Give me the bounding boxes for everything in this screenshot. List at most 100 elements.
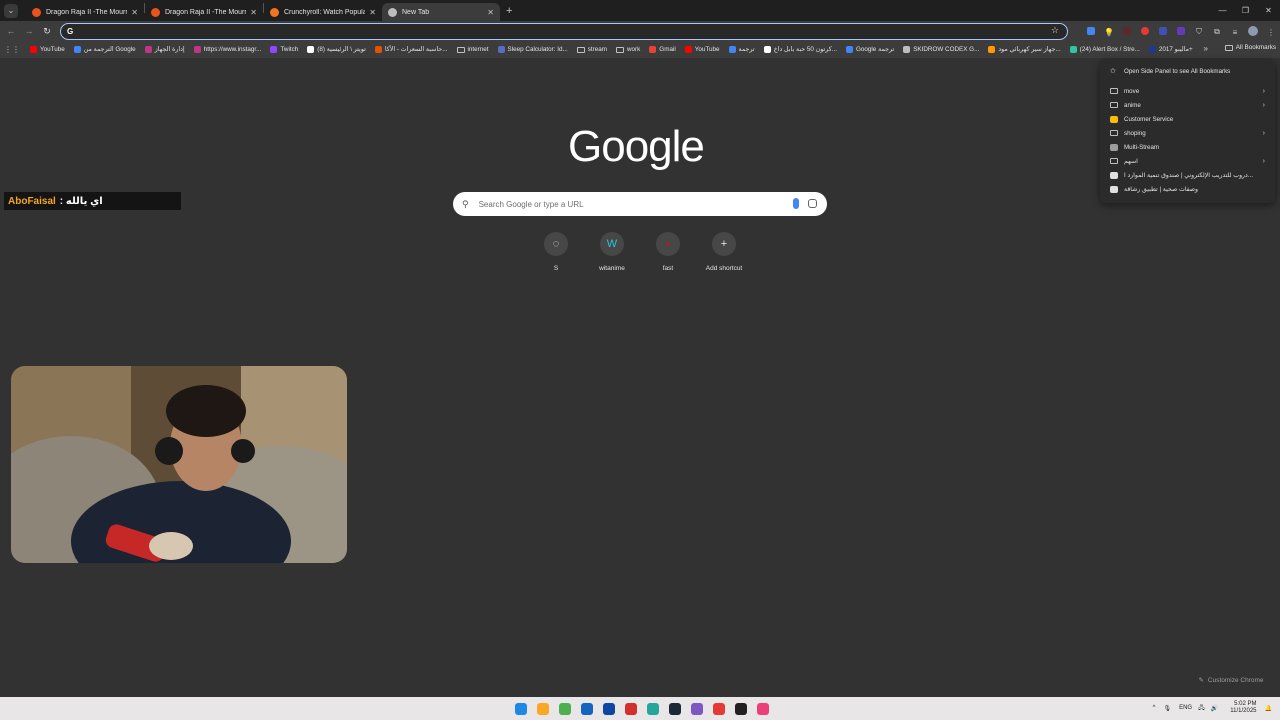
tab-2[interactable]: Crunchyroll: Watch Popular An✕ bbox=[264, 3, 382, 21]
bookmark-favicon-icon bbox=[307, 46, 315, 53]
extension-icon[interactable] bbox=[1154, 27, 1172, 37]
back-icon[interactable]: ← bbox=[2, 26, 20, 36]
tab-1[interactable]: Dragon Raja II -The Mourner's ✕ bbox=[145, 3, 263, 21]
taskbar-app-icon[interactable] bbox=[752, 700, 774, 717]
bookmark-item[interactable]: الترجمة من Google bbox=[73, 46, 136, 53]
bookmark-item[interactable]: Twitch bbox=[270, 46, 298, 53]
taskbar-app-icon[interactable] bbox=[598, 700, 620, 717]
reload-icon[interactable]: ↻ bbox=[38, 26, 56, 37]
voice-search-icon[interactable] bbox=[793, 198, 799, 209]
language-indicator[interactable]: ENG bbox=[1179, 705, 1192, 711]
bookmark-favicon-icon bbox=[988, 46, 996, 53]
customize-chrome-button[interactable]: ✎ Customize Chrome bbox=[1192, 673, 1270, 687]
apps-grid-icon[interactable]: ⋮⋮ bbox=[4, 45, 20, 54]
restore-icon[interactable]: ❐ bbox=[1234, 0, 1257, 21]
bookmark-menu-item[interactable]: Multi-Stream bbox=[1100, 140, 1275, 154]
address-bar[interactable]: G ☆ bbox=[60, 23, 1068, 40]
bookmark-item[interactable]: Gmail bbox=[649, 46, 676, 53]
bookmark-label: (24) Alert Box / Stre... bbox=[1079, 46, 1140, 53]
shield-extension-icon[interactable]: ⛉ bbox=[1190, 27, 1208, 37]
extension-icon[interactable] bbox=[1118, 27, 1136, 37]
bookmark-label: إدارة الجهاز bbox=[154, 46, 185, 53]
bookmark-item[interactable]: ماليبو 2017+ bbox=[1148, 46, 1193, 53]
bookmark-menu-item[interactable]: shoping › bbox=[1100, 126, 1275, 140]
close-tab-icon[interactable]: ✕ bbox=[131, 8, 138, 17]
bookmark-menu-item[interactable]: Customer Service bbox=[1100, 112, 1275, 126]
translate-extension-icon[interactable] bbox=[1082, 27, 1100, 37]
taskbar-app-icon[interactable] bbox=[642, 700, 664, 717]
bookmark-label: ماليبو 2017+ bbox=[1158, 46, 1193, 53]
clock[interactable]: 5:02 PM 11/1/2025 bbox=[1230, 701, 1256, 715]
tab-title: Dragon Raja II -The Mourner's bbox=[46, 8, 127, 16]
google-lens-icon[interactable] bbox=[808, 199, 817, 208]
bookmark-menu-item[interactable]: دروب للتدريب الإلكتروني | صندوق تنمية ال… bbox=[1100, 168, 1275, 182]
taskbar-app-icon[interactable] bbox=[686, 700, 708, 717]
bookmarks-overflow-icon[interactable]: » bbox=[1204, 44, 1208, 53]
shortcut-tile[interactable]: + Add shortcut bbox=[696, 232, 752, 272]
taskbar-app-icon[interactable] bbox=[554, 700, 576, 717]
bookmark-item[interactable]: https://www.instagr... bbox=[193, 46, 261, 53]
bookmark-item[interactable]: ترجمة bbox=[728, 46, 755, 53]
bookmark-star-icon[interactable]: ☆ bbox=[1051, 25, 1059, 36]
open-side-panel-item[interactable]: ✩ Open Side Panel to see All Bookmarks bbox=[1100, 64, 1275, 78]
network-icon[interactable]: 🖧 bbox=[1198, 703, 1205, 713]
chrome-menu-icon[interactable]: ⋮ bbox=[1262, 28, 1280, 37]
notification-icon[interactable]: 🔔 bbox=[1265, 705, 1272, 712]
bookmark-item[interactable]: كرتون 50 حبة بابل داخ... bbox=[763, 46, 837, 53]
close-window-icon[interactable]: ✕ bbox=[1257, 0, 1280, 21]
bookmark-item[interactable]: إدارة الجهاز bbox=[144, 46, 185, 53]
tab-3[interactable]: New Tab ✕ bbox=[382, 3, 500, 21]
shortcut-tile[interactable]: Wwitanime bbox=[584, 232, 640, 272]
shortcut-tile[interactable]: ◗ fast bbox=[640, 232, 696, 272]
tab-0[interactable]: Dragon Raja II -The Mourner's ✕ bbox=[26, 3, 144, 21]
bookmark-item[interactable]: Sleep Calculator: Id... bbox=[497, 46, 568, 53]
bookmark-item[interactable]: work bbox=[616, 46, 640, 53]
media-control-icon[interactable]: ≡ bbox=[1226, 28, 1244, 37]
search-box[interactable]: ⚲ Search Google or type a URL bbox=[453, 192, 827, 216]
shortcut-tile[interactable]: ◌ S bbox=[528, 232, 584, 272]
taskbar-app-icon[interactable] bbox=[664, 700, 686, 717]
tab-search-button[interactable]: ⌄ bbox=[4, 3, 18, 18]
close-tab-icon[interactable]: ✕ bbox=[487, 8, 494, 17]
forward-icon[interactable]: → bbox=[20, 26, 38, 36]
bookmark-item[interactable]: YouTube bbox=[30, 46, 65, 53]
bookmark-item[interactable]: YouTube bbox=[684, 46, 720, 53]
taskbar-app-icon[interactable] bbox=[532, 700, 554, 717]
bookmark-label: YouTube bbox=[40, 46, 65, 53]
bulb-extension-icon[interactable]: 💡 bbox=[1100, 28, 1118, 37]
record-extension-icon[interactable] bbox=[1136, 27, 1154, 37]
volume-icon[interactable]: 🔊 bbox=[1211, 705, 1218, 712]
taskbar-app-icon[interactable] bbox=[708, 700, 730, 717]
bookmark-menu-item[interactable]: وصفات صحية | تطبيق رشاقة bbox=[1100, 182, 1275, 196]
microphone-icon[interactable]: 🎙 bbox=[1163, 705, 1171, 712]
bookmark-item[interactable]: (8) تويتر \ الرئيسية bbox=[307, 46, 366, 53]
bookmark-menu-item[interactable]: anime › bbox=[1100, 98, 1275, 112]
clock-time: 5:02 PM bbox=[1234, 701, 1257, 707]
bookmark-item[interactable]: (24) Alert Box / Stre... bbox=[1069, 46, 1140, 53]
bookmark-label: ترجمة bbox=[738, 46, 755, 53]
bookmark-label: SKIDROW CODEX G... bbox=[913, 46, 980, 53]
extensions-puzzle-icon[interactable]: ⧉ bbox=[1208, 27, 1226, 37]
taskbar-app-icon[interactable] bbox=[576, 700, 598, 717]
close-tab-icon[interactable]: ✕ bbox=[369, 8, 376, 17]
bookmark-menu-item[interactable]: move › bbox=[1100, 84, 1275, 98]
extension-icon[interactable] bbox=[1172, 27, 1190, 37]
bookmark-menu-item[interactable]: اسهم › bbox=[1100, 154, 1275, 168]
bookmark-item[interactable]: حاسبة السعرات - الأكا... bbox=[374, 46, 448, 53]
bookmark-item[interactable]: internet bbox=[456, 46, 489, 53]
taskbar-app-icon[interactable] bbox=[730, 700, 752, 717]
bookmark-item[interactable]: SKIDROW CODEX G... bbox=[903, 46, 979, 53]
new-tab-button[interactable]: + bbox=[506, 5, 512, 17]
bookmark-label: stream bbox=[587, 46, 607, 53]
taskbar-app-icon[interactable] bbox=[620, 700, 642, 717]
all-bookmarks-button[interactable]: All Bookmarks bbox=[1224, 44, 1276, 51]
start-button-icon[interactable] bbox=[510, 700, 532, 717]
close-tab-icon[interactable]: ✕ bbox=[250, 8, 257, 17]
profile-avatar-icon[interactable] bbox=[1244, 26, 1262, 38]
bookmark-item[interactable]: Google ترجمة bbox=[846, 46, 894, 53]
customize-chrome-label: Customize Chrome bbox=[1207, 676, 1264, 684]
tray-chevron-icon[interactable]: ^ bbox=[1153, 705, 1156, 711]
bookmark-item[interactable]: جهاز سير كهربائي مود... bbox=[988, 46, 1061, 53]
minimize-icon[interactable]: — bbox=[1211, 0, 1234, 21]
bookmark-item[interactable]: stream bbox=[576, 46, 607, 53]
